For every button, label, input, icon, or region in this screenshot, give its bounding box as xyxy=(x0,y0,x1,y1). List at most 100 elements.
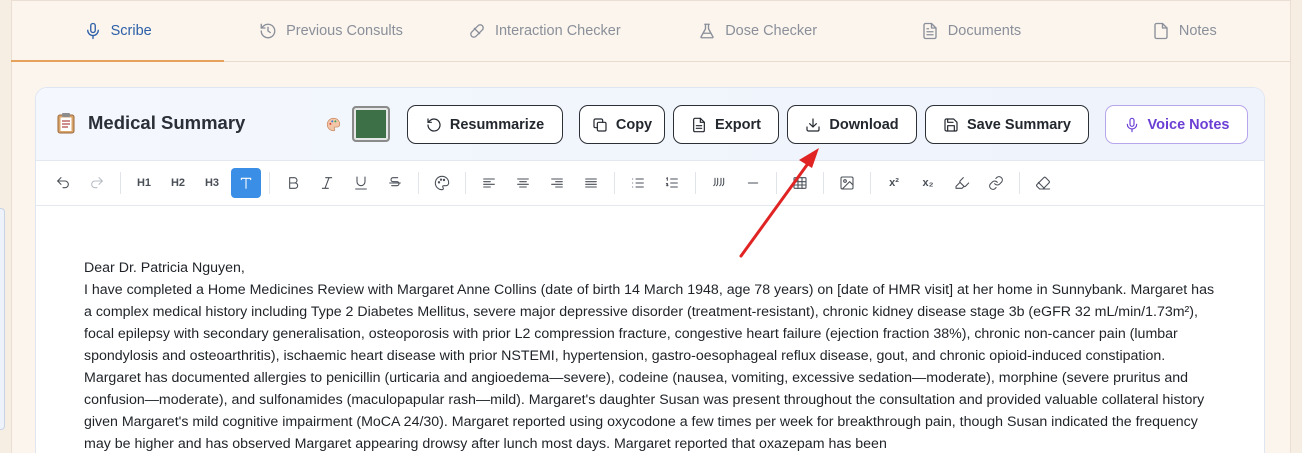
subscript-button[interactable]: x₂ xyxy=(913,168,943,198)
palette-icon xyxy=(434,175,450,191)
copy-icon xyxy=(593,117,607,132)
link-button[interactable] xyxy=(981,168,1011,198)
heading-3-button[interactable]: H3 xyxy=(197,168,227,198)
align-left-button[interactable] xyxy=(474,168,504,198)
undo-button[interactable] xyxy=(48,168,78,198)
undo-icon xyxy=(57,177,69,189)
tab-label: Previous Consults xyxy=(286,22,403,39)
voice-notes-button[interactable]: Voice Notes xyxy=(1105,105,1248,144)
heading-2-button[interactable]: H2 xyxy=(163,168,193,198)
tab-label: Scribe xyxy=(110,22,152,39)
strikethrough-icon xyxy=(389,177,401,187)
document-icon xyxy=(693,117,705,132)
insert-table-button[interactable] xyxy=(785,168,815,198)
toolbar-divider xyxy=(465,172,466,194)
link-icon xyxy=(989,176,1003,190)
image-icon xyxy=(840,176,854,190)
tab-dose-checker[interactable]: Dose Checker xyxy=(651,0,864,61)
save-summary-button[interactable]: Save Summary xyxy=(925,105,1089,144)
bullet-list-icon xyxy=(632,178,644,188)
toolbar-divider xyxy=(695,172,696,194)
palette-icon xyxy=(326,117,341,132)
superscript-button[interactable]: x² xyxy=(879,168,909,198)
heading-1-button[interactable]: H1 xyxy=(129,168,159,198)
history-icon xyxy=(260,23,276,38)
align-center-icon xyxy=(517,178,529,188)
note-icon xyxy=(1154,22,1168,39)
side-panel-edge[interactable] xyxy=(0,208,5,430)
tab-scribe[interactable]: Scribe xyxy=(11,0,225,62)
microphone-icon xyxy=(1126,117,1137,132)
quote-icon xyxy=(713,177,725,187)
strikethrough-button[interactable] xyxy=(380,168,410,198)
align-justify-icon xyxy=(585,178,597,188)
italic-icon xyxy=(321,177,333,189)
page-title: Medical Summary xyxy=(88,112,246,133)
horizontal-rule-button[interactable] xyxy=(738,168,768,198)
table-icon xyxy=(793,177,807,189)
voice-notes-label: Voice Notes xyxy=(1147,116,1230,133)
italic-button[interactable] xyxy=(312,168,342,198)
export-label: Export xyxy=(715,116,761,133)
save-icon xyxy=(944,117,958,132)
align-left-icon xyxy=(483,178,495,188)
underline-icon xyxy=(355,176,367,190)
paragraph-button[interactable] xyxy=(231,168,261,198)
tab-interaction-checker[interactable]: Interaction Checker xyxy=(438,0,651,61)
tab-previous-consults[interactable]: Previous Consults xyxy=(224,0,437,61)
bold-button[interactable] xyxy=(278,168,308,198)
medical-summary-card: Medical Summary Resummarize Copy Export … xyxy=(35,87,1265,453)
align-center-button[interactable] xyxy=(508,168,538,198)
align-right-button[interactable] xyxy=(542,168,572,198)
clear-formatting-button[interactable] xyxy=(1028,168,1058,198)
summary-editor-content[interactable]: Dear Dr. Patricia Nguyen, I have complet… xyxy=(84,257,1219,453)
resummarize-button[interactable]: Resummarize xyxy=(407,105,563,144)
salutation: Dear Dr. Patricia Nguyen, xyxy=(84,260,245,276)
toolbar-divider xyxy=(120,172,121,194)
toolbar-divider xyxy=(269,172,270,194)
numbered-list-button[interactable] xyxy=(657,168,687,198)
toolbar-divider xyxy=(614,172,615,194)
align-right-icon xyxy=(551,178,563,188)
redo-button[interactable] xyxy=(82,168,112,198)
highlight-button[interactable] xyxy=(947,168,977,198)
eraser-icon xyxy=(1036,176,1051,190)
redo-icon xyxy=(91,177,103,189)
toolbar-divider xyxy=(418,172,419,194)
tab-label: Documents xyxy=(947,22,1022,39)
toolbar-divider xyxy=(823,172,824,194)
copy-label: Copy xyxy=(615,116,653,133)
color-picker-swatch[interactable] xyxy=(352,106,390,142)
tab-documents[interactable]: Documents xyxy=(864,0,1077,61)
save-summary-label: Save Summary xyxy=(967,116,1071,133)
heading-3-label: H3 xyxy=(204,177,220,189)
heading-2-label: H2 xyxy=(170,177,186,189)
numbered-list-icon xyxy=(665,177,678,188)
text-icon xyxy=(240,177,252,189)
microphone-icon xyxy=(86,22,99,39)
summary-paragraph: I have completed a Home Medicines Review… xyxy=(84,282,1215,452)
download-icon xyxy=(806,117,820,132)
bullet-list-button[interactable] xyxy=(623,168,653,198)
card-header: Medical Summary Resummarize Copy Export … xyxy=(36,88,1264,161)
editor-toolbar: H1 H2 H3 x² x₂ xyxy=(36,161,1264,206)
toolbar-divider xyxy=(1019,172,1020,194)
tab-bar: Scribe Previous Consults Interaction Che… xyxy=(11,0,1291,62)
download-button[interactable]: Download xyxy=(787,105,917,144)
flask-icon xyxy=(700,23,714,38)
underline-button[interactable] xyxy=(346,168,376,198)
insert-image-button[interactable] xyxy=(832,168,862,198)
align-justify-button[interactable] xyxy=(576,168,606,198)
text-color-button[interactable] xyxy=(427,168,457,198)
horizontal-rule-icon xyxy=(747,182,759,184)
tab-label: Notes xyxy=(1178,22,1217,39)
copy-button[interactable]: Copy xyxy=(579,105,665,144)
blockquote-button[interactable] xyxy=(704,168,734,198)
refresh-icon xyxy=(427,117,441,132)
tab-label: Interaction Checker xyxy=(494,22,621,39)
document-icon xyxy=(923,22,937,39)
export-button[interactable]: Export xyxy=(673,105,779,144)
subscript-label: x₂ xyxy=(922,177,934,189)
tab-notes[interactable]: Notes xyxy=(1078,0,1291,61)
tab-label: Dose Checker xyxy=(725,22,818,39)
